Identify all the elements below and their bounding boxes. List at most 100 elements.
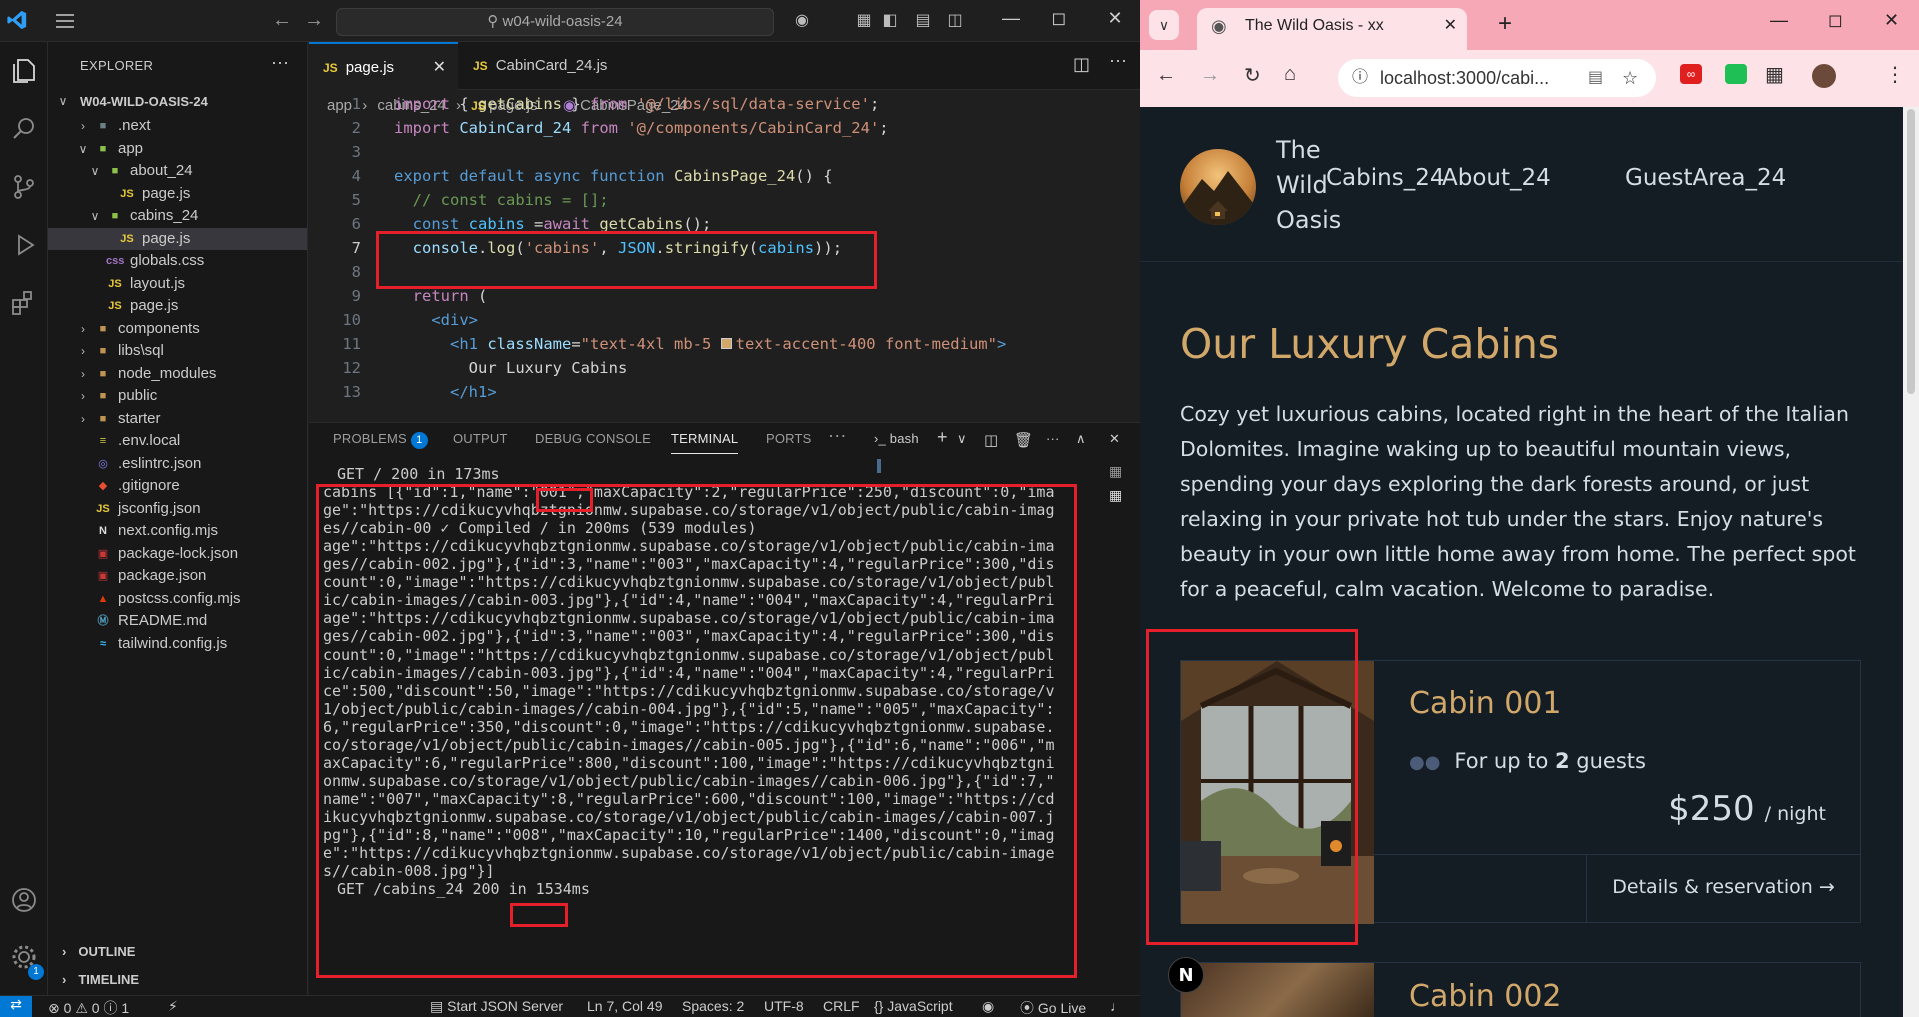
search-icon[interactable] [9,114,39,144]
project-root[interactable]: ∨ W04-WILD-OASIS-24 [48,88,307,115]
tree-item[interactable]: ▣ package.json [48,565,307,587]
copilot-icon[interactable]: ◉ [792,10,812,30]
tab-debug-console[interactable]: DEBUG CONSOLE [535,431,651,446]
menu-icon[interactable] [54,10,76,32]
chrome-menu-icon[interactable]: ⋮ [1885,62,1905,87]
maximize-panel-icon[interactable]: ∧ [1076,431,1086,447]
home-icon[interactable]: ⌂ [1284,63,1296,86]
toggle-sidebar-icon[interactable]: ◧ [880,10,900,30]
close-tab-icon[interactable]: ✕ [433,44,446,92]
minimize-icon[interactable]: — [991,8,1031,29]
translate-icon[interactable]: ▤ [1588,59,1603,97]
tree-item[interactable]: ≈ tailwind.config.js [48,633,307,655]
source-control-icon[interactable] [9,172,39,202]
tab-output[interactable]: OUTPUT [453,431,508,446]
remote-icon[interactable]: ⇄ [0,996,32,1017]
tree-item[interactable]: ∨ ■ about_24 [48,160,307,182]
outline-section[interactable]: › OUTLINE [62,944,135,959]
terminal-node-icon[interactable]: ▦ [1109,463,1122,480]
close-icon[interactable]: ✕ [1095,8,1135,29]
tree-item[interactable]: JS layout.js [48,273,307,295]
tab-problems[interactable]: PROBLEMS 1 [333,431,428,449]
more-actions-icon[interactable]: ··· [271,52,289,73]
chevron-down-icon[interactable]: ∨ [957,431,967,447]
tree-item[interactable]: › ■ .next [48,115,307,137]
tab-ports[interactable]: PORTS [766,431,812,446]
extensions-puzzle-icon[interactable]: ▦ [1765,62,1784,87]
tree-item[interactable]: JS jsconfig.json [48,498,307,520]
go-live[interactable]: ⦿ Go Live [1020,998,1086,1017]
profile-avatar[interactable] [1812,64,1836,88]
json-server-status[interactable]: ▤ Start JSON Server [430,998,563,1015]
tree-item[interactable]: › ■ starter [48,408,307,430]
tree-item[interactable]: › ■ public [48,385,307,407]
maximize-icon[interactable]: ◻ [1828,10,1843,31]
tree-item[interactable]: Nnext.config.mjs [48,520,307,542]
nextjs-dev-indicator[interactable]: N [1168,957,1204,993]
terminal-bash-icon[interactable]: ▦ [1109,487,1122,504]
tree-item[interactable]: › ■ node_modules [48,363,307,385]
more-actions-icon[interactable]: ··· [1109,50,1127,71]
tree-item[interactable]: › ■ components [48,318,307,340]
new-terminal-icon[interactable]: + [937,427,948,448]
tree-item[interactable]: ▣ package-lock.json [48,543,307,565]
tree-item[interactable]: ≡ .env.local [48,430,307,452]
close-window-icon[interactable]: ✕ [1884,10,1899,31]
trash-icon[interactable]: 🗑 [1014,431,1033,449]
new-tab-icon[interactable]: + [1498,10,1512,38]
tree-item[interactable]: Ⓜ README.md [48,610,307,632]
split-terminal-icon[interactable]: ◫ [984,431,998,449]
nav-guest-area[interactable]: GuestArea_24 [1625,165,1786,191]
indentation[interactable]: Spaces: 2 [682,998,744,1014]
tree-item[interactable]: css globals.css [48,250,307,272]
terminal-scrollbar[interactable] [877,459,881,473]
split-editor-icon[interactable]: ◫ [1073,54,1090,75]
details-reservation-link[interactable]: Details & reservation → [1586,854,1860,923]
nav-about[interactable]: About_24 [1442,165,1551,191]
customize-layout-icon[interactable]: ▦ [854,10,874,30]
line-ending[interactable]: CRLF [823,998,860,1014]
close-panel-icon[interactable]: ✕ [1109,431,1120,447]
forward-arrow-icon[interactable]: → [304,9,324,32]
tree-item[interactable]: › ■ libs\sql [48,340,307,362]
timeline-section[interactable]: › TIMELINE [62,972,139,987]
tree-item[interactable]: JS page.js [48,227,307,250]
tree-item[interactable]: ▲ postcss.config.mjs [48,588,307,610]
extension-infinity-icon[interactable]: ∞ [1680,64,1702,84]
language-mode[interactable]: {} JavaScript [874,998,953,1014]
minimize-icon[interactable]: — [1770,10,1788,31]
notifications-bell-icon[interactable]: ♩ [1110,998,1124,1014]
encoding[interactable]: UTF-8 [764,998,804,1014]
tree-item[interactable]: ∨ ■ app [48,138,307,160]
extensions-icon[interactable] [9,288,39,318]
tree-item[interactable]: JS page.js [48,183,307,205]
tree-item[interactable]: ∨ ■ cabins_24 [48,205,307,227]
copilot-status-icon[interactable]: ◉ [982,998,994,1015]
site-info-icon[interactable]: ⓘ [1352,59,1368,97]
lightning-icon[interactable]: ⚡ [168,998,178,1015]
tab-cabincard[interactable]: JS CabinCard_24.js [459,42,659,90]
more-actions-icon[interactable]: ··· [1046,431,1060,446]
reload-icon[interactable]: ↻ [1244,63,1261,88]
back-icon[interactable]: ← [1156,64,1176,87]
tab-page-js[interactable]: JS page.js ✕ [309,42,458,90]
nav-cabins[interactable]: Cabins_24 [1326,165,1444,191]
tab-search-icon[interactable]: ∨ [1149,10,1179,40]
address-bar[interactable]: ⓘ localhost:3000/cabi... ▤ ☆ [1338,59,1656,97]
close-tab-icon[interactable]: ✕ [1444,8,1457,44]
accounts-icon[interactable] [9,885,39,915]
explorer-files-icon[interactable] [9,56,39,86]
tree-item[interactable]: ◎ .eslintrc.json [48,453,307,475]
terminal-shell[interactable]: ›_ bash [874,431,919,446]
toggle-secondary-sidebar-icon[interactable]: ◫ [945,10,965,30]
back-arrow-icon[interactable]: ← [272,9,292,32]
extension-green-icon[interactable] [1725,64,1747,84]
bookmark-star-icon[interactable]: ☆ [1622,59,1638,97]
run-debug-icon[interactable] [9,230,39,260]
command-center-search[interactable]: ⚲ w04-wild-oasis-24 [336,8,774,36]
forward-icon[interactable]: → [1200,64,1220,87]
tree-item[interactable]: JS page.js [48,295,307,317]
page-scrollbar[interactable] [1903,107,1919,1017]
problems-status[interactable]: ⊗ 0 ⚠ 0 ⓘ 1 [48,998,129,1017]
tree-item[interactable]: ◆ .gitignore [48,475,307,497]
